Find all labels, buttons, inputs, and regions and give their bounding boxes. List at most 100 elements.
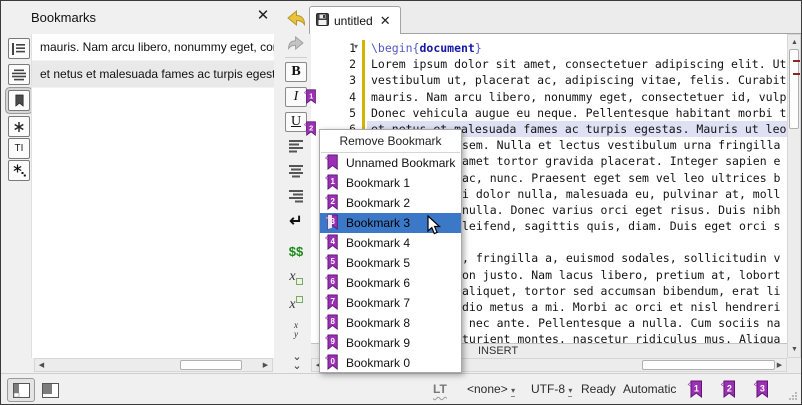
panel-title: Bookmarks — [31, 10, 96, 25]
status-bookmark-2-button[interactable]: 2 — [720, 380, 736, 398]
bookmark-list[interactable]: mauris. Nam arcu libero, nonummy eget, c… — [31, 34, 274, 358]
sidebar-toc-lines-icon[interactable] — [8, 64, 30, 85]
chevron-down-icon: ▾ — [568, 386, 572, 397]
editor-line: vestibulum ut, placerat ac, adipiscing v… — [367, 72, 787, 88]
bookmark-icon: 4 — [324, 234, 339, 253]
more-buttons-icon[interactable]: ⌄⌄ — [285, 351, 307, 367]
line-number[interactable]: 2 — [311, 56, 356, 72]
bookmark-icon: 3 — [324, 214, 339, 233]
svg-text:3: 3 — [760, 384, 765, 394]
superscript-button[interactable]: x — [285, 294, 307, 312]
bookmark-icon: 2 — [324, 194, 339, 213]
tab-untitled[interactable]: untitled ✕ — [309, 6, 401, 34]
svg-text:6: 6 — [331, 277, 336, 286]
editor-v-scrollbar[interactable]: ▲ ▼ — [787, 34, 801, 358]
resize-grip[interactable] — [788, 391, 798, 401]
align-left-button[interactable] — [285, 137, 307, 155]
layout-toggle-messages-button[interactable] — [36, 378, 64, 402]
layout-toggle-structure-button[interactable] — [7, 378, 35, 402]
scrollbar-corner — [787, 358, 801, 373]
sidebar-symbols-icon[interactable] — [8, 160, 30, 181]
ready-status-label: Ready — [581, 382, 616, 396]
menu-item-bookmark-1[interactable]: 1Bookmark 1 — [320, 173, 461, 193]
menu-item-label: Bookmark 7 — [346, 296, 410, 310]
menu-item-bookmark-6[interactable]: 6 Bookmark 6 — [320, 273, 461, 293]
bold-button[interactable]: B — [285, 62, 307, 82]
bookmark-icon: 7 — [324, 294, 339, 313]
svg-text:9: 9 — [331, 337, 336, 346]
svg-text:1: 1 — [309, 91, 313, 100]
menu-item-unnamed-bookmark[interactable]: Unnamed Bookmark — [320, 153, 461, 173]
scroll-right-icon[interactable]: ▶ — [259, 359, 272, 372]
fold-arrow-icon[interactable]: ▾ — [354, 42, 358, 51]
svg-text:2: 2 — [727, 384, 732, 394]
chevron-down-icon: ▾ — [511, 386, 515, 397]
menu-item-label: Bookmark 8 — [346, 316, 410, 330]
scrollbar-mark — [793, 60, 800, 62]
bookmark-icon — [324, 154, 339, 173]
line-number[interactable]: 3 — [311, 72, 356, 88]
menu-item-bookmark-5[interactable]: 5 Bookmark 5 — [320, 253, 461, 273]
svg-text:3: 3 — [331, 217, 336, 226]
menu-item-label: Bookmark 9 — [346, 336, 410, 350]
editor-line: Lorem ipsum dolor sit amet, consectetuer… — [367, 56, 787, 72]
sidebar-structure-icon[interactable] — [8, 38, 30, 59]
forward-arrow-icon[interactable] — [285, 35, 307, 51]
sidebar-bookmark-icon[interactable] — [8, 90, 30, 111]
menu-item-label: Bookmark 6 — [346, 276, 410, 290]
bookmark-context-menu: Remove Bookmark Unnamed Bookmark1Bookmar… — [319, 129, 462, 373]
subscript-button[interactable]: x — [285, 268, 307, 286]
app-window: Bookmarks ✕ TI mauris. Nam arcu libero, … — [0, 0, 802, 405]
menu-item-bookmark-0[interactable]: 0Bookmark 0 — [320, 353, 461, 373]
panel-close-icon[interactable]: ✕ — [253, 6, 273, 26]
svg-text:2: 2 — [309, 124, 313, 133]
menu-item-bookmark-2[interactable]: 2 Bookmark 2 — [320, 193, 461, 213]
menu-item-label: Bookmark 2 — [346, 196, 410, 210]
scroll-up-icon[interactable]: ▲ — [788, 36, 801, 49]
language-select[interactable]: <none> ▾ — [467, 382, 515, 396]
menu-item-bookmark-8[interactable]: 8 Bookmark 8 — [320, 313, 461, 333]
tab-close-icon[interactable]: ✕ — [380, 13, 391, 29]
side-icon-column: TI — [3, 34, 31, 374]
panel-h-scrollbar[interactable]: ◀ ▶ — [34, 358, 273, 372]
gutter-bookmark-icon[interactable]: 1 — [302, 89, 318, 104]
save-icon — [316, 13, 329, 29]
bookmark-icon: 5 — [324, 254, 339, 273]
sidebar-asterisk-icon[interactable] — [8, 116, 30, 137]
panel-scroll-thumb[interactable] — [180, 360, 242, 370]
gutter-bookmark-icon[interactable]: 2 — [302, 121, 318, 136]
sidebar-ti-icon[interactable]: TI — [8, 138, 30, 159]
scroll-left-icon[interactable]: ◀ — [35, 359, 48, 372]
back-arrow-icon[interactable] — [285, 9, 307, 27]
bookmark-icon: 8 — [324, 314, 339, 333]
editor-line: \begin{document} — [367, 40, 787, 56]
svg-text:4: 4 — [331, 237, 336, 246]
languagetool-icon[interactable]: LT — [433, 382, 447, 396]
line-number[interactable]: 1 — [311, 40, 356, 56]
encoding-select[interactable]: UTF-8 ▾ — [531, 382, 572, 396]
editor-line: mauris. Nam arcu libero, nonummy eget, c… — [367, 89, 787, 105]
status-bookmark-1-button[interactable]: 1 — [687, 380, 703, 398]
fraction-button[interactable]: x y — [285, 319, 307, 341]
status-bookmark-3-button[interactable]: 3 — [753, 380, 769, 398]
menu-item-bookmark-9[interactable]: 9 Bookmark 9 — [320, 333, 461, 353]
scroll-right-icon[interactable]: ▶ — [773, 359, 786, 372]
svg-text:2: 2 — [331, 197, 336, 206]
inline-math-button[interactable]: $$ — [285, 242, 307, 260]
menu-item-label: Bookmark 5 — [346, 256, 410, 270]
bookmark-list-item[interactable]: et netus et malesuada fames ac turpis eg… — [32, 61, 274, 88]
menu-item-label: Unnamed Bookmark — [346, 156, 455, 170]
svg-text:1: 1 — [331, 177, 336, 186]
line-number[interactable]: 5 — [311, 105, 356, 121]
menu-item-bookmark-7[interactable]: 7 Bookmark 7 — [320, 293, 461, 313]
bookmark-icon: 9 — [324, 334, 339, 353]
align-center-button[interactable] — [285, 162, 307, 180]
bookmark-icon: 1 — [324, 174, 339, 193]
bookmark-icon: 0 — [324, 354, 339, 373]
menu-item-remove-bookmark[interactable]: Remove Bookmark — [320, 130, 461, 152]
scroll-down-icon[interactable]: ▼ — [788, 343, 801, 356]
align-right-button[interactable] — [285, 187, 307, 205]
newline-button[interactable]: ↵ — [285, 212, 307, 230]
bookmark-list-item[interactable]: mauris. Nam arcu libero, nonummy eget, c… — [32, 34, 274, 61]
editor-h-scroll-thumb[interactable] — [642, 360, 775, 370]
